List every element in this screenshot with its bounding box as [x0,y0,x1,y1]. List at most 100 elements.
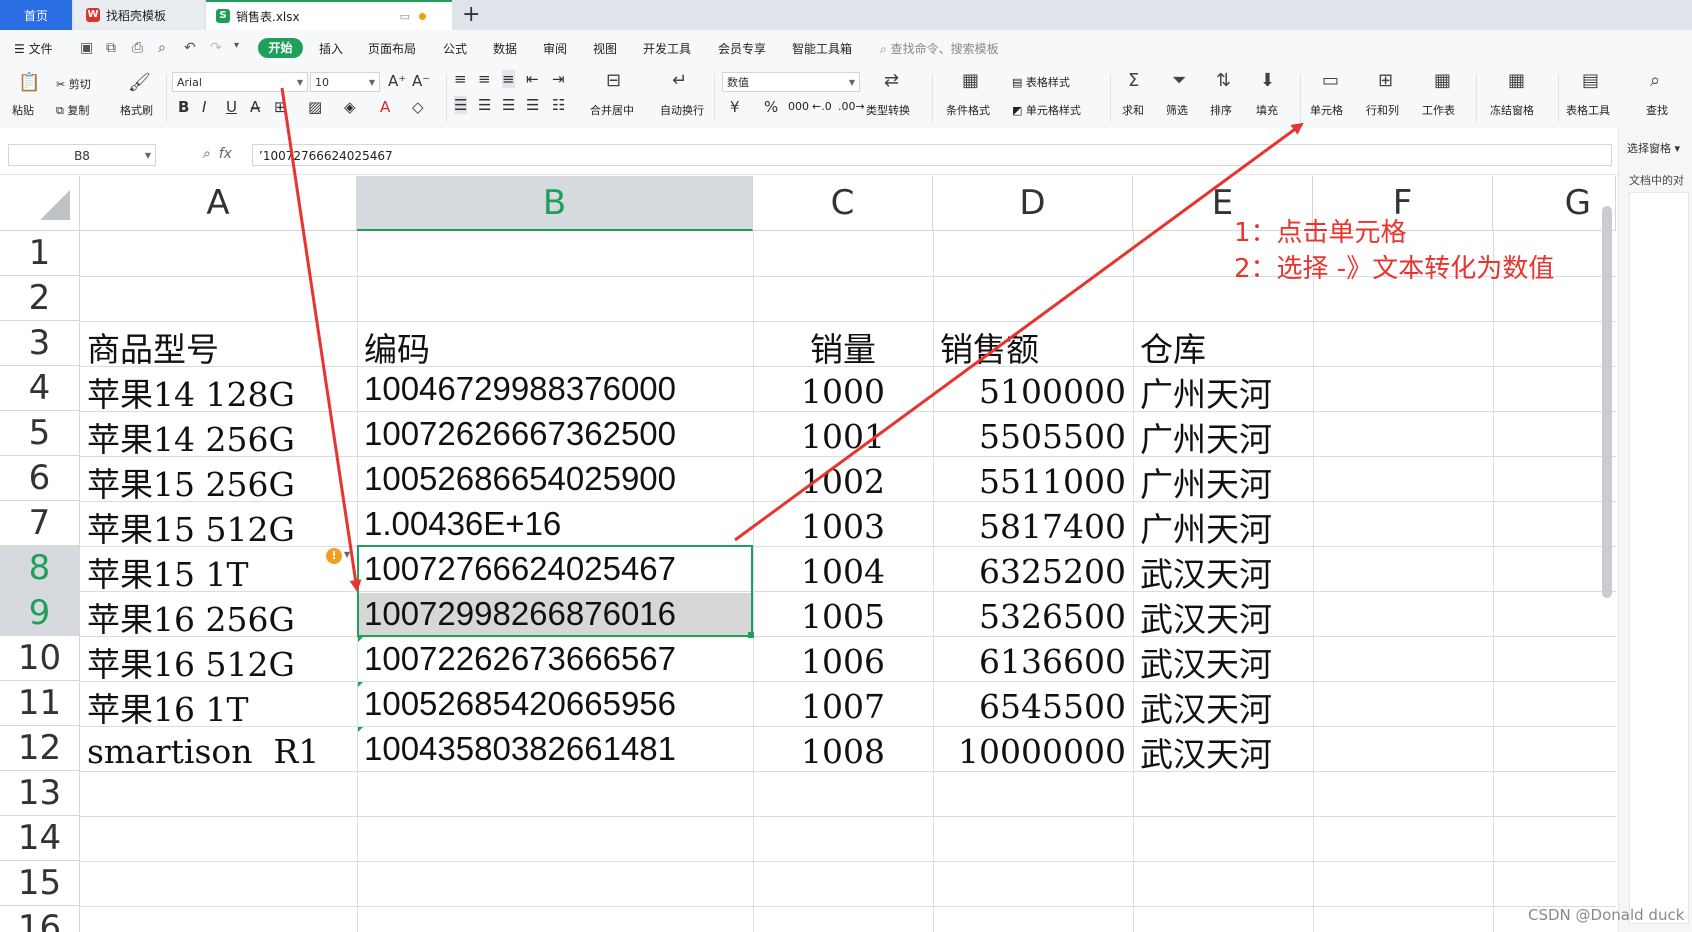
cell-c7[interactable]: 1003 [753,504,933,549]
cell-b11[interactable]: 10052685420665956 [357,681,753,726]
row-header-5[interactable]: 5 [0,411,80,456]
menu-data[interactable]: 数据 [493,40,517,57]
save-icon[interactable]: ▣ [80,40,93,56]
thousands-button[interactable]: 000 [788,100,809,113]
warning-dropdown-icon[interactable]: ▼ [344,550,350,559]
cell-b9[interactable]: 10072998266876016 [357,591,753,636]
cell-a6[interactable]: 苹果15 256G [80,459,357,504]
align-left-icon[interactable]: ☰ [454,96,468,114]
selection-pane-title[interactable]: 选择窗格 ▾ [1627,140,1680,156]
cell-d7[interactable]: 5817400 [933,504,1133,549]
merge-center-button[interactable]: 合并居中 [590,102,634,118]
conditional-format-button[interactable]: 条件格式 [946,102,990,118]
cell-b7[interactable]: 1.00436E+16 [357,501,753,546]
sort-icon[interactable]: ⇅ [1216,70,1231,91]
tab-template[interactable]: W 找稻壳模板 [74,0,204,30]
cell-a7[interactable]: 苹果15 512G [80,504,357,549]
justify-icon[interactable]: ☰ [526,96,539,114]
cell-e3[interactable]: 仓库 [1133,324,1313,369]
row-header-1[interactable]: 1 [0,231,80,276]
cell-c11[interactable]: 1007 [753,684,933,729]
cell-b8[interactable]: 10072766624025467 [357,546,753,591]
indent-increase-icon[interactable]: ⇥ [552,70,565,88]
cell-button[interactable]: 单元格 [1310,102,1343,118]
cell-b6[interactable]: 10052686654025900 [357,456,753,501]
align-center-icon[interactable]: ☰ [478,96,491,114]
selection-pane-list[interactable] [1629,192,1689,924]
row-header-15[interactable]: 15 [0,861,80,906]
cell-c9[interactable]: 1005 [753,594,933,639]
cell-b4[interactable]: 10046729988376000 [357,366,753,411]
row-header-16[interactable]: 16 [0,906,80,932]
cell-d5[interactable]: 5505500 [933,414,1133,459]
clear-format-icon[interactable]: ◇ [412,98,424,116]
spreadsheet-grid[interactable]: A B C D E F G 1 2 3 4 5 6 7 8 9 10 11 12… [0,176,1616,932]
cell-d3[interactable]: 销售额 [933,324,1133,369]
row-col-button[interactable]: 行和列 [1366,102,1399,118]
cell-c3[interactable]: 销量 [753,324,933,369]
vertical-scrollbar[interactable] [1602,206,1612,598]
cell-e9[interactable]: 武汉天河 [1133,594,1313,639]
copy-button[interactable]: ⧉ 复制 [56,102,89,118]
row-header-12[interactable]: 12 [0,726,80,771]
cell-c10[interactable]: 1006 [753,639,933,684]
fill-pattern-icon[interactable]: ▨ [308,98,322,116]
table-style-button[interactable]: ▤ 表格样式 [1012,74,1070,90]
cell-c6[interactable]: 1002 [753,459,933,504]
number-format-select[interactable]: 数值 ▼ [722,72,860,92]
table-tools-button[interactable]: 表格工具 [1566,102,1610,118]
indent-decrease-icon[interactable]: ⇤ [526,70,539,88]
find-button[interactable]: 查找 [1646,102,1668,118]
type-convert-button[interactable]: 类型转换 [866,102,910,118]
select-all-corner[interactable] [0,176,80,231]
menu-start[interactable]: 开始 [258,38,303,58]
font-name-select[interactable]: Arial ▼ [172,72,308,92]
sum-button[interactable]: 求和 [1122,102,1144,118]
screen-icon[interactable]: ▭ [400,10,410,23]
cell-e7[interactable]: 广州天河 [1133,504,1313,549]
row-header-6[interactable]: 6 [0,456,80,501]
export-icon[interactable]: ⧉ [106,40,116,56]
menu-developer[interactable]: 开发工具 [643,40,691,57]
find-icon[interactable]: ⌕ [1650,70,1660,91]
cell-icon[interactable]: ▭ [1322,70,1339,91]
column-header-b[interactable]: B [357,176,753,231]
font-color-icon[interactable]: A [380,98,390,116]
cell-style-button[interactable]: ◩ 单元格样式 [1012,102,1081,118]
cell-b12[interactable]: 10043580382661481 [357,726,753,771]
cell-e4[interactable]: 广州天河 [1133,369,1313,414]
cell-c8[interactable]: 1004 [753,549,933,594]
format-painter-button[interactable]: 格式刷 [120,102,153,118]
cell-d8[interactable]: 6325200 [933,549,1133,594]
filter-icon[interactable]: ⏷ [1172,70,1186,91]
row-header-11[interactable]: 11 [0,681,80,726]
row-header-9[interactable]: 9 [0,591,80,636]
row-header-3[interactable]: 3 [0,321,80,366]
row-header-14[interactable]: 14 [0,816,80,861]
menu-page-layout[interactable]: 页面布局 [368,40,416,57]
menu-smart-toolbox[interactable]: 智能工具箱 [792,40,852,57]
conditional-format-icon[interactable]: ▦ [962,70,979,91]
bold-icon[interactable]: B [178,98,189,116]
merge-center-icon[interactable]: ⊟ [606,70,621,91]
decrease-decimal-icon[interactable]: .00→ [838,100,865,113]
cell-e5[interactable]: 广州天河 [1133,414,1313,459]
cell-d4[interactable]: 5100000 [933,369,1133,414]
menu-formula[interactable]: 公式 [443,40,467,57]
wrap-text-icon[interactable]: ↵ [672,70,687,91]
fill-handle[interactable] [748,632,754,638]
row-header-2[interactable]: 2 [0,276,80,321]
cell-a8[interactable]: 苹果15 1T [80,549,357,594]
align-bottom-icon[interactable]: ≡ [502,70,515,88]
zoom-icon[interactable]: ⌕ [202,146,210,162]
border-icon[interactable]: ⊞ [274,98,287,116]
cell-a12[interactable]: smartison R1 [80,729,357,774]
cell-a3[interactable]: 商品型号 [80,324,357,369]
align-right-icon[interactable]: ☰ [502,96,515,114]
cell-d9[interactable]: 5326500 [933,594,1133,639]
distributed-icon[interactable]: ☷ [552,96,565,114]
underline-icon[interactable]: U [226,98,237,116]
percent-button[interactable]: % [764,98,778,116]
align-middle-icon[interactable]: ≡ [478,70,491,88]
filter-button[interactable]: 筛选 [1166,102,1188,118]
